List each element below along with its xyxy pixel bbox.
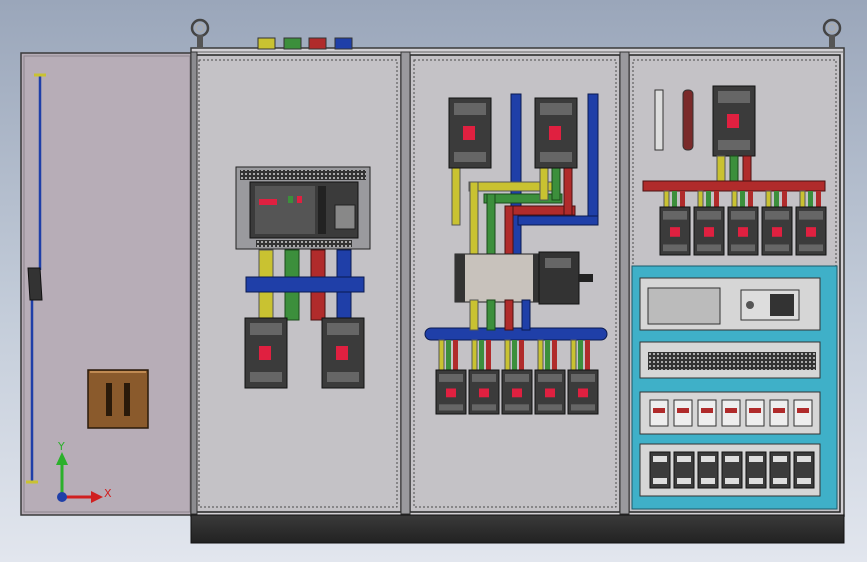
contactor-module	[745, 451, 767, 489]
middle-outgoing-breaker	[435, 369, 467, 415]
right-small-breaker	[795, 206, 827, 256]
middle-outgoing-breaker	[468, 369, 500, 415]
transfer-switch	[454, 251, 593, 305]
relay-module	[649, 399, 669, 427]
side-hinge-bar	[190, 51, 198, 515]
right-small-breaker	[727, 206, 759, 256]
contactor-row	[649, 451, 815, 489]
contactor-module	[649, 451, 671, 489]
contactor-module	[769, 451, 791, 489]
frame-post-2	[619, 51, 630, 515]
lifting-eye-left	[190, 18, 210, 48]
cabinet-plinth	[190, 514, 845, 544]
frame-post-1	[400, 51, 411, 515]
mccb-middle-top-1	[448, 97, 492, 169]
middle-outgoing-breaker	[501, 369, 533, 415]
axis-x-label: X	[104, 487, 112, 500]
relay-module	[793, 399, 813, 427]
air-circuit-breaker	[235, 166, 371, 250]
right-small-breakers	[659, 190, 827, 256]
right-small-breaker	[659, 206, 691, 256]
right-small-breaker	[761, 206, 793, 256]
mccb-left-2	[321, 317, 365, 389]
middle-outgoing-breaker	[534, 369, 566, 415]
contactor-module	[793, 451, 815, 489]
relay-module	[745, 399, 765, 427]
relay-module	[769, 399, 789, 427]
relay-module	[697, 399, 717, 427]
relay-module	[673, 399, 693, 427]
axis-y-label: Y	[57, 440, 65, 453]
contactor-module	[673, 451, 695, 489]
relay-module	[721, 399, 741, 427]
contactor-module	[697, 451, 719, 489]
right-small-breaker	[693, 206, 725, 256]
contactor-module	[721, 451, 743, 489]
middle-outgoing-breaker	[567, 369, 599, 415]
document-pocket	[87, 369, 149, 429]
mccb-left-1	[244, 317, 288, 389]
electrical-cabinet-cad-view: Y X	[20, 18, 845, 544]
relay-row	[649, 399, 813, 427]
mccb-middle-top-2	[534, 97, 578, 169]
open-door	[20, 52, 194, 516]
lifting-eye-right	[822, 18, 842, 48]
